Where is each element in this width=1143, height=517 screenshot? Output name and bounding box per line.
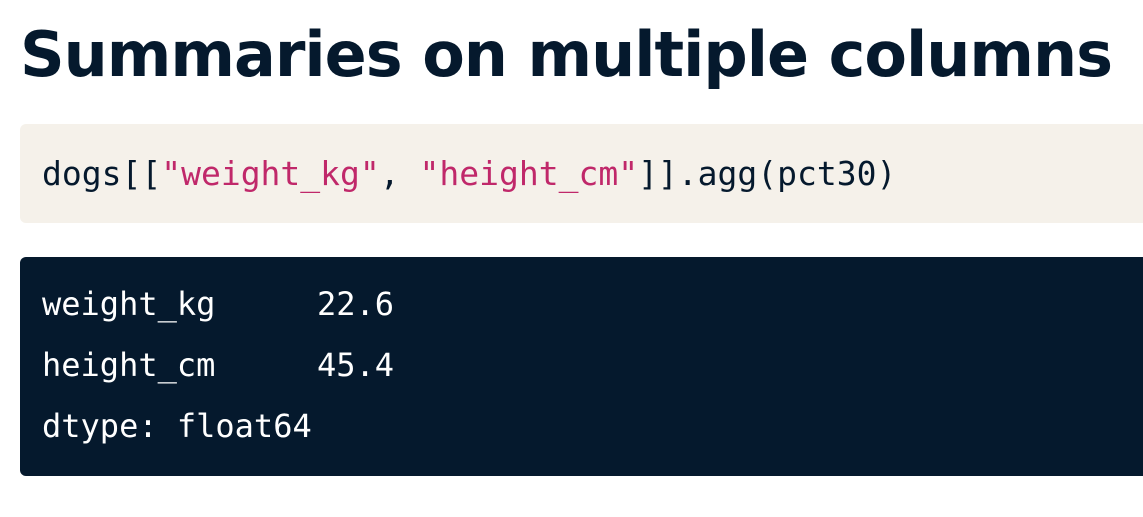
page-title: Summaries on multiple columns: [20, 18, 1113, 91]
code-string-weight: "weight_kg": [161, 154, 380, 193]
output-row-name: height_cm: [42, 346, 216, 384]
output-row-name: weight_kg: [42, 285, 216, 323]
code-block: dogs[["weight_kg", "height_cm"]].agg(pct…: [20, 124, 1143, 223]
output-row: weight_kg 22.6: [42, 281, 1143, 342]
output-dtype: dtype: float64: [42, 407, 312, 445]
output-row-value: 45.4: [317, 346, 395, 384]
output-row-value: 22.6: [317, 285, 395, 323]
code-suffix: ]].agg(pct30): [638, 154, 897, 193]
code-string-height: "height_cm": [419, 154, 639, 193]
code-line: dogs[["weight_kg", "height_cm"]].agg(pct…: [42, 157, 896, 190]
output-row: height_cm 45.4: [42, 342, 1143, 403]
code-prefix: dogs[[: [42, 154, 162, 193]
output-block: weight_kg 22.6 height_cm 45.4 dtype: float…: [20, 257, 1143, 476]
code-separator: ,: [379, 154, 420, 193]
